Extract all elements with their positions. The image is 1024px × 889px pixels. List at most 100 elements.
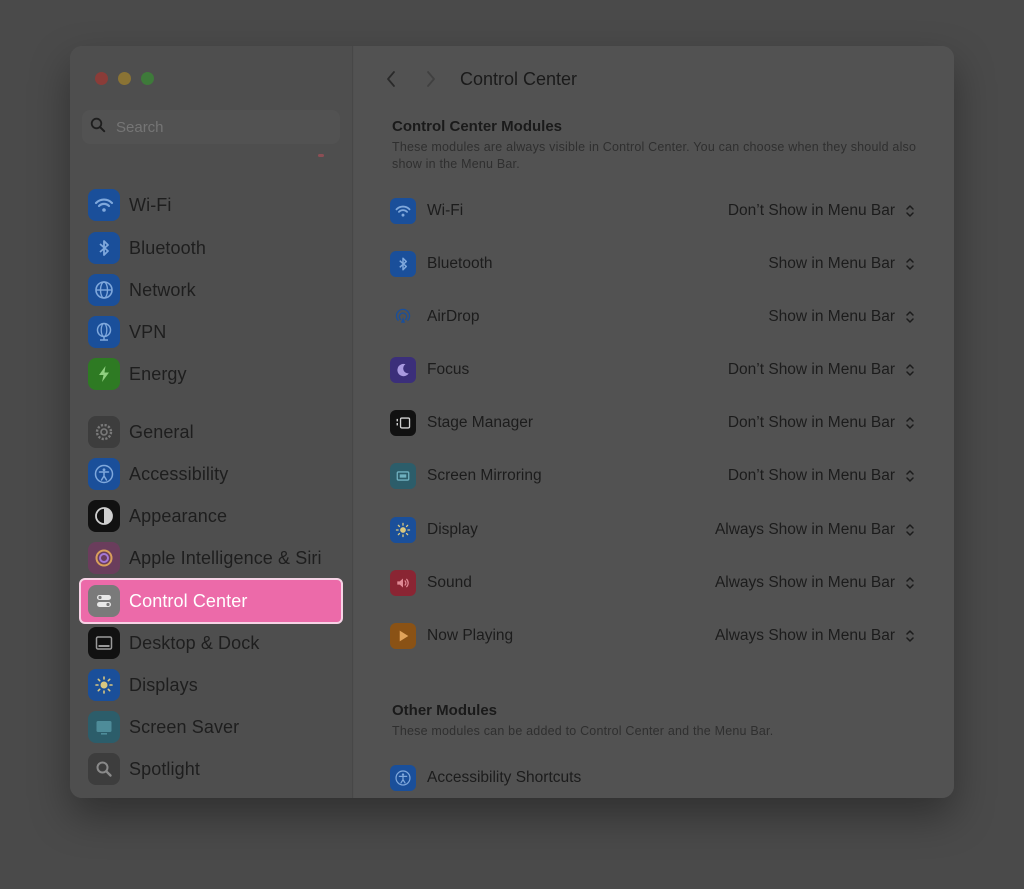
settings-window: Wi-Fi Bluetooth Network VPN Energy <box>70 46 954 798</box>
module-visibility-select[interactable]: Always Show in Menu Bar <box>715 521 915 539</box>
module-label: Bluetooth <box>427 255 493 272</box>
module-visibility-select[interactable]: Show in Menu Bar <box>768 255 915 273</box>
module-row-now-playing: Now Playing Always Show in Menu Bar <box>390 621 915 651</box>
module-label: AirDrop <box>427 308 480 325</box>
siri-icon <box>88 542 120 574</box>
module-row-stage-manager: Stage Manager Don’t Show in Menu Bar <box>390 408 915 438</box>
zoom-window-button[interactable] <box>141 72 154 85</box>
sidebar-item-bluetooth[interactable]: Bluetooth <box>88 230 206 266</box>
other-modules-section-title: Other Modules <box>392 702 498 719</box>
updown-chevron-icon <box>906 417 914 429</box>
screen-mirroring-icon <box>390 463 416 489</box>
speaker-icon <box>390 570 416 596</box>
sidebar-item-spotlight[interactable]: Spotlight <box>88 751 200 787</box>
forward-button[interactable] <box>420 66 442 92</box>
chevron-right-icon <box>427 71 435 87</box>
wifi-icon <box>390 198 416 224</box>
module-visibility-select[interactable]: Always Show in Menu Bar <box>715 627 915 645</box>
sidebar-item-label: Energy <box>129 363 187 384</box>
module-label: Stage Manager <box>427 414 533 431</box>
other-modules-section-description: These modules can be added to Control Ce… <box>392 724 774 738</box>
module-visibility-select[interactable]: Show in Menu Bar <box>768 308 915 326</box>
module-label: Accessibility Shortcuts <box>427 769 582 786</box>
module-label: Focus <box>427 361 470 378</box>
bluetooth-icon <box>88 232 120 264</box>
updown-chevron-icon <box>906 205 914 217</box>
updown-chevron-icon <box>906 577 914 589</box>
sidebar-item-appearance[interactable]: Appearance <box>88 498 227 534</box>
select-value: Don’t Show in Menu Bar <box>727 202 895 219</box>
chevron-left-icon <box>387 71 395 87</box>
gear-icon <box>88 416 120 448</box>
module-row-airdrop: AirDrop Show in Menu Bar <box>390 302 915 332</box>
sidebar-item-label: Wi-Fi <box>129 194 172 215</box>
module-row-screen-mirroring: Screen Mirroring Don’t Show in Menu Bar <box>390 461 915 491</box>
module-label: Display <box>427 521 478 538</box>
sidebar-item-control-center[interactable]: Control Center <box>79 578 343 624</box>
control-center-icon <box>88 585 120 617</box>
sidebar-item-label: Apple Intelligence & Siri <box>129 547 322 568</box>
sidebar-item-vpn[interactable]: VPN <box>88 314 166 350</box>
updown-chevron-icon <box>906 470 914 482</box>
module-visibility-select[interactable]: Don’t Show in Menu Bar <box>728 414 915 432</box>
accessibility-icon <box>390 765 416 791</box>
module-label: Sound <box>427 574 472 591</box>
sidebar-item-apple-intelligence-siri[interactable]: Apple Intelligence & Siri <box>88 540 322 576</box>
modules-section-description: These modules are always visible in Cont… <box>392 140 917 171</box>
sidebar-item-label: Displays <box>129 674 198 695</box>
search-field[interactable] <box>82 110 340 144</box>
select-value: Show in Menu Bar <box>768 308 895 325</box>
sidebar-item-accessibility[interactable]: Accessibility <box>88 456 228 492</box>
minimize-window-button[interactable] <box>118 72 131 85</box>
airdrop-icon <box>390 304 416 330</box>
sidebar-item-energy[interactable]: Energy <box>88 356 187 392</box>
vpn-globe-icon <box>88 316 120 348</box>
back-button[interactable] <box>380 66 402 92</box>
sidebar-item-label: Appearance <box>129 505 228 526</box>
other-module-row-accessibility-shortcuts: Accessibility Shortcuts <box>390 763 915 793</box>
sidebar-item-label: Screen Saver <box>129 716 240 737</box>
moon-icon <box>390 357 416 383</box>
sidebar-item-desktop-dock[interactable]: Desktop & Dock <box>88 625 259 661</box>
sidebar-item-wifi[interactable]: Wi-Fi <box>88 187 171 223</box>
select-value: Don’t Show in Menu Bar <box>727 467 895 484</box>
sidebar-item-network[interactable]: Network <box>88 272 196 308</box>
sidebar-item-displays[interactable]: Displays <box>88 667 198 703</box>
select-value: Don’t Show in Menu Bar <box>727 361 895 378</box>
appearance-icon <box>88 500 120 532</box>
select-value: Always Show in Menu Bar <box>714 521 895 538</box>
updown-chevron-icon <box>906 524 914 536</box>
updown-chevron-icon <box>906 311 914 323</box>
globe-icon <box>88 274 120 306</box>
modules-section-title: Control Center Modules <box>392 118 563 135</box>
wifi-icon <box>88 189 120 221</box>
search-icon <box>90 117 106 138</box>
sidebar-item-general[interactable]: General <box>88 414 194 450</box>
select-value: Always Show in Menu Bar <box>714 574 895 591</box>
module-visibility-select[interactable]: Don’t Show in Menu Bar <box>728 202 915 220</box>
select-value: Always Show in Menu Bar <box>714 627 895 644</box>
sidebar-item-label: VPN <box>129 321 167 342</box>
module-visibility-select[interactable]: Always Show in Menu Bar <box>715 574 915 592</box>
select-value: Show in Menu Bar <box>768 255 895 272</box>
close-window-button[interactable] <box>95 72 108 85</box>
module-row-display: Display Always Show in Menu Bar <box>390 515 915 545</box>
module-label: Now Playing <box>427 627 514 644</box>
search-input[interactable] <box>116 118 316 136</box>
sidebar: Wi-Fi Bluetooth Network VPN Energy <box>70 46 353 798</box>
brightness-icon <box>88 669 120 701</box>
brightness-icon <box>390 517 416 543</box>
updown-chevron-icon <box>906 364 914 376</box>
module-visibility-select[interactable]: Don’t Show in Menu Bar <box>728 467 915 485</box>
module-visibility-select[interactable]: Don’t Show in Menu Bar <box>728 361 915 379</box>
play-icon <box>390 623 416 649</box>
module-label: Wi-Fi <box>427 202 464 219</box>
sidebar-item-label: Accessibility <box>129 463 229 484</box>
module-row-sound: Sound Always Show in Menu Bar <box>390 568 915 598</box>
sidebar-item-screen-saver[interactable]: Screen Saver <box>88 709 239 745</box>
page-title: Control Center <box>460 68 578 89</box>
sidebar-item-label: Spotlight <box>129 758 200 779</box>
updown-chevron-icon <box>906 258 914 270</box>
sidebar-item-label: Network <box>129 279 196 300</box>
battery-bolt-icon <box>88 358 120 390</box>
